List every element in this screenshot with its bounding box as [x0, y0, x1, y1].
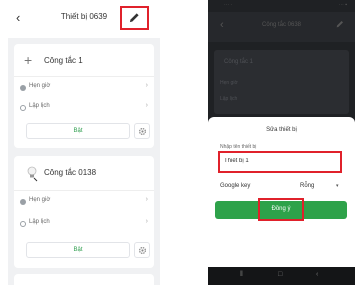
- timer-icon: [20, 199, 26, 205]
- dimmed-page-title: Công tắc 0638: [261, 22, 302, 28]
- turn-on-button[interactable]: Bật: [26, 242, 130, 258]
- edit-device-screen: ··· · ··· ▪ ‹ Công tắc 0638 Công tắc 1 H…: [208, 0, 355, 285]
- schedule-icon: [20, 105, 26, 111]
- plus-icon: +: [24, 52, 33, 68]
- turn-on-button[interactable]: Bật: [26, 123, 130, 139]
- status-bar: ··· · ··· ▪: [208, 0, 355, 12]
- schedule-label: Lập lịch: [29, 219, 50, 225]
- screenshot-root: ‹ Thiết bị 0639 + Công tắc 1 Hẹn giờ › L…: [0, 0, 355, 285]
- device-name-label: Nhập tên thiết bị: [220, 144, 257, 150]
- timer-label: Hẹn giờ: [29, 83, 51, 89]
- divider: [14, 76, 154, 77]
- schedule-row[interactable]: Lập lịch ›: [20, 218, 148, 232]
- device-name-field: [218, 151, 342, 173]
- switch-name: Công tắc 0138: [44, 168, 97, 177]
- edit-button[interactable]: [120, 6, 149, 30]
- schedule-row[interactable]: Lập lịch ›: [20, 102, 148, 116]
- edit-device-dialog: Sửa thiết bị Nhập tên thiết bị Google ke…: [208, 117, 355, 267]
- timer-icon: [20, 85, 26, 91]
- status-time: ··· ·: [224, 2, 233, 8]
- google-key-label: Google key: [220, 183, 251, 189]
- dialog-title: Sửa thiết bị: [266, 127, 297, 133]
- dimmed-switch-name: Công tắc 1: [224, 59, 254, 65]
- dimmed-schedule-label: Lập lịch: [220, 96, 238, 102]
- gear-icon: [138, 246, 147, 255]
- timer-row[interactable]: Hẹn giờ ›: [20, 82, 148, 96]
- chevron-right-icon: ›: [145, 218, 148, 225]
- switch-card-partial: [14, 274, 154, 285]
- device-detail-screen: ‹ Thiết bị 0639 + Công tắc 1 Hẹn giờ › L…: [8, 0, 160, 285]
- google-key-select[interactable]: Rỗng: [300, 183, 314, 189]
- confirm-label: Đồng ý: [271, 206, 291, 212]
- system-nav-bar: ‖ □ ‹: [208, 267, 355, 285]
- switch-card: Công tắc 0138 Hẹn giờ › Lập lịch › Bật: [14, 156, 154, 268]
- device-name-input[interactable]: [224, 158, 334, 164]
- top-bar: ‹ Thiết bị 0639: [8, 0, 160, 38]
- chevron-right-icon: ›: [145, 82, 148, 89]
- timer-row[interactable]: Hẹn giờ ›: [20, 196, 148, 210]
- home-icon[interactable]: □: [278, 271, 282, 278]
- dimmed-switch-card: Công tắc 1 Hẹn giờ Lập lịch: [214, 50, 349, 114]
- bulb-icon: [27, 166, 38, 182]
- settings-button[interactable]: [134, 123, 150, 139]
- schedule-label: Lập lịch: [29, 103, 50, 109]
- pencil-icon: [336, 21, 343, 28]
- confirm-button[interactable]: Đồng ý: [215, 198, 347, 221]
- chevron-right-icon: ›: [145, 196, 148, 203]
- recent-apps-icon[interactable]: ‖: [240, 271, 243, 278]
- schedule-icon: [20, 221, 26, 227]
- chevron-down-icon[interactable]: ▾: [336, 183, 339, 189]
- back-icon[interactable]: ‹: [316, 271, 318, 278]
- switch-name: Công tắc 1: [44, 56, 83, 65]
- chevron-right-icon: ›: [145, 102, 148, 109]
- settings-button[interactable]: [134, 242, 150, 258]
- status-icons: ··· ▪: [338, 2, 347, 8]
- timer-label: Hẹn giờ: [29, 197, 51, 203]
- divider: [14, 190, 154, 191]
- switch-card: + Công tắc 1 Hẹn giờ › Lập lịch › Bật: [14, 44, 154, 148]
- dimmed-timer-label: Hẹn giờ: [220, 80, 238, 86]
- pencil-icon: [129, 13, 139, 23]
- gear-icon: [138, 127, 147, 136]
